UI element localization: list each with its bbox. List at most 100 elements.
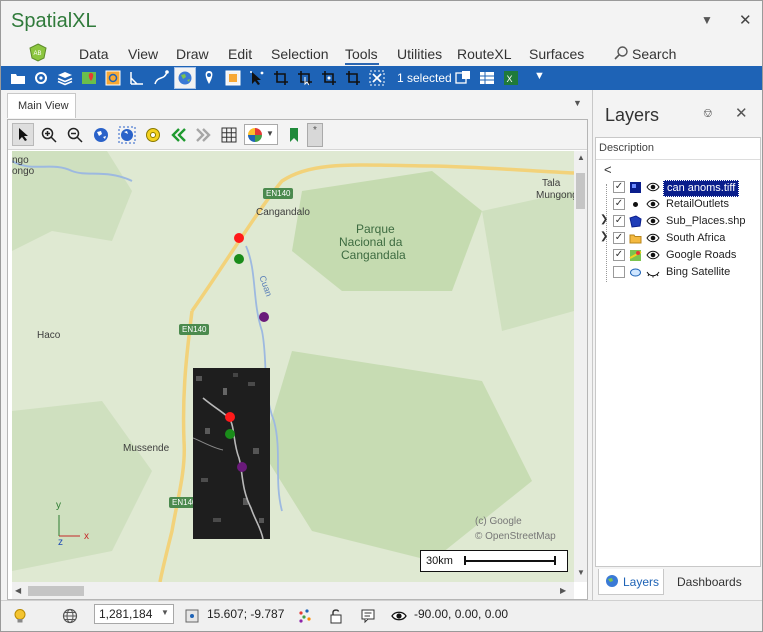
layer-settings-icon[interactable] <box>32 69 50 87</box>
layer-name[interactable]: can anoms.tiff <box>663 180 740 197</box>
snap-points-icon[interactable] <box>297 608 313 624</box>
tab-dashboards[interactable]: Dashboards <box>669 569 749 595</box>
layer-row[interactable]: ✓ RetailOutlets <box>596 196 760 213</box>
close-window-icon[interactable]: ✕ <box>739 11 752 29</box>
menu-routexl[interactable]: RouteXL <box>457 46 511 62</box>
grid-icon[interactable] <box>220 126 238 144</box>
eye-icon[interactable] <box>646 232 660 244</box>
menu-surfaces[interactable]: Surfaces <box>529 46 584 62</box>
open-folder-icon[interactable] <box>9 69 27 87</box>
menu-draw[interactable]: Draw <box>176 46 209 62</box>
pin-panel-icon[interactable]: ⎊ <box>703 106 713 121</box>
scrollbar-thumb[interactable] <box>28 586 84 596</box>
layer-row[interactable]: Bing Satellite <box>596 264 760 281</box>
crop-pointer-icon[interactable] <box>320 69 338 87</box>
layers-back-icon[interactable]: < <box>604 162 612 177</box>
eye-icon[interactable] <box>391 608 407 624</box>
clear-selection-icon[interactable] <box>368 69 386 87</box>
expand-chevron-icon[interactable]: ❯ <box>600 214 608 225</box>
tab-main-view[interactable]: Main View <box>7 93 76 118</box>
ribbon-more-dropdown-icon[interactable]: ▼ <box>534 70 545 82</box>
scroll-down-icon[interactable]: ▼ <box>577 568 585 577</box>
location-marker-icon[interactable] <box>200 69 218 87</box>
expand-chevron-icon[interactable]: ❯ <box>600 231 608 242</box>
menu-view[interactable]: View <box>128 46 158 62</box>
eye-icon[interactable] <box>646 215 660 227</box>
zoom-to-layer-globe-icon[interactable] <box>118 126 136 144</box>
layer-visibility-checkbox[interactable]: ✓ <box>613 181 625 193</box>
layer-name[interactable]: RetailOutlets <box>663 197 732 212</box>
eye-icon[interactable] <box>646 181 660 193</box>
globe-button[interactable] <box>174 67 196 89</box>
eye-icon[interactable] <box>646 249 660 261</box>
basemap-selector[interactable]: ▼ <box>244 124 278 145</box>
app-logo-icon[interactable]: AB <box>28 43 48 62</box>
bookmark-icon[interactable] <box>285 126 303 144</box>
layer-name[interactable]: Google Roads <box>663 248 739 263</box>
select-rectangle-icon[interactable] <box>224 69 242 87</box>
layer-name[interactable]: Bing Satellite <box>663 265 733 280</box>
pointer-tool-button[interactable] <box>12 123 34 146</box>
crop-select-icon[interactable] <box>296 69 314 87</box>
scale-dropdown-icon[interactable]: ▼ <box>161 608 169 617</box>
menu-utilities[interactable]: Utilities <box>397 46 442 62</box>
layer-row[interactable]: ✓ can anoms.tiff <box>596 179 760 197</box>
layer-name[interactable]: Sub_Places.shp <box>663 214 749 229</box>
lightbulb-icon[interactable] <box>12 608 28 624</box>
select-pointer-icon[interactable] <box>248 69 266 87</box>
globe-wireframe-icon[interactable] <box>62 608 78 624</box>
search-button[interactable]: Search <box>632 46 676 62</box>
layers-stack-icon[interactable] <box>56 69 74 87</box>
eye-icon[interactable] <box>646 198 660 210</box>
measure-angle-icon[interactable] <box>128 69 146 87</box>
export-excel-icon[interactable]: X <box>502 69 520 87</box>
raster-tool-icon[interactable] <box>104 69 122 87</box>
crop-tool-icon[interactable] <box>272 69 290 87</box>
eye-hidden-icon[interactable] <box>646 266 660 278</box>
scroll-right-icon[interactable]: ▶ <box>560 586 566 595</box>
map-canvas[interactable]: ngo ongo EN140 Cangandalo Parque Naciona… <box>12 151 574 582</box>
layer-name[interactable]: South Africa <box>663 231 728 246</box>
layer-visibility-checkbox[interactable]: ✓ <box>613 215 625 227</box>
menu-selection[interactable]: Selection <box>271 46 329 62</box>
title-dropdown-icon[interactable]: ▼ <box>701 13 713 27</box>
previous-extent-icon[interactable] <box>170 126 188 144</box>
layer-row[interactable]: ✓ Google Roads <box>596 247 760 264</box>
search-icon[interactable] <box>613 45 629 61</box>
scale-combobox[interactable]: 1,281,184 ▼ <box>94 604 174 624</box>
map-settings-gear-icon[interactable] <box>144 126 162 144</box>
svg-text:AB: AB <box>34 51 42 57</box>
axis-y-label: y <box>56 500 61 511</box>
map-pin-icon[interactable] <box>80 69 98 87</box>
layer-visibility-checkbox[interactable] <box>613 266 625 278</box>
tab-layers[interactable]: Layers <box>598 569 664 595</box>
layer-row[interactable]: ❯ ✓ South Africa <box>596 230 760 247</box>
scrollbar-thumb[interactable] <box>576 173 585 209</box>
route-tool-icon[interactable] <box>152 69 170 87</box>
message-icon[interactable] <box>360 608 376 624</box>
crop-add-icon[interactable] <box>344 69 362 87</box>
menu-tools[interactable]: Tools <box>345 46 378 62</box>
menu-edit[interactable]: Edit <box>228 46 252 62</box>
layer-visibility-checkbox[interactable]: ✓ <box>613 249 625 261</box>
next-extent-icon[interactable] <box>194 126 212 144</box>
zoom-to-selection-icon[interactable] <box>454 69 472 87</box>
close-panel-icon[interactable]: ✕ <box>735 104 748 122</box>
zoom-out-icon[interactable] <box>66 126 84 144</box>
layer-visibility-checkbox[interactable]: ✓ <box>613 232 625 244</box>
layer-row[interactable]: ❯ ✓ Sub_Places.shp <box>596 213 760 230</box>
more-tools-button[interactable]: * <box>307 123 323 147</box>
globe-icon <box>178 71 192 85</box>
tab-dropdown-icon[interactable]: ▼ <box>573 98 582 108</box>
zoom-in-icon[interactable] <box>40 126 58 144</box>
scroll-left-icon[interactable]: ◀ <box>15 586 21 595</box>
unlock-icon[interactable] <box>328 608 344 624</box>
tab-layers-label: Layers <box>623 575 660 589</box>
menu-data[interactable]: Data <box>79 46 109 62</box>
layer-visibility-checkbox[interactable]: ✓ <box>613 198 625 210</box>
map-vertical-scrollbar[interactable]: ▲ ▼ <box>574 151 587 582</box>
scroll-up-icon[interactable]: ▲ <box>577 153 585 162</box>
full-extent-globe-icon[interactable] <box>92 126 110 144</box>
attribute-table-icon[interactable] <box>478 69 496 87</box>
map-horizontal-scrollbar[interactable]: ◀ ▶ <box>12 582 574 599</box>
